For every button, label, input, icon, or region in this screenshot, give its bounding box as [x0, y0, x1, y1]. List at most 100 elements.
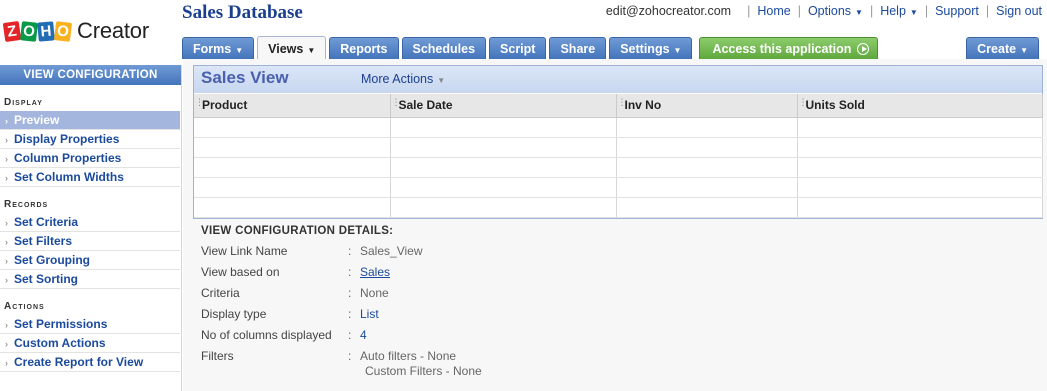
- detail-row: View based on : Sales: [201, 265, 801, 286]
- tab-schedules[interactable]: Schedules: [401, 37, 487, 59]
- chevron-right-icon: ›: [5, 339, 8, 349]
- view-configuration-sidebar: View Configuration Display › Preview › Dis…: [0, 65, 182, 391]
- chevron-right-icon: ›: [5, 256, 8, 266]
- separator: |: [985, 4, 990, 18]
- detail-row: Criteria : None: [201, 286, 801, 307]
- sidebar-item-label: Set Criteria: [14, 215, 79, 229]
- options-label: Options: [807, 4, 852, 18]
- sidebar-item-preview[interactable]: › Preview: [0, 111, 180, 130]
- sidebar-item-set-filters[interactable]: › Set Filters: [0, 232, 180, 251]
- view-title: Sales View: [201, 68, 289, 87]
- tab-label: Settings: [620, 42, 670, 56]
- table-row: [194, 137, 1043, 158]
- detail-label: Filters: [201, 349, 234, 363]
- detail-row: No of columns displayed : 4: [201, 328, 801, 349]
- sidebar-item-label: Set Column Widths: [14, 170, 124, 184]
- detail-colon: :: [348, 265, 352, 279]
- custom-filters-value: Custom Filters - None: [365, 364, 482, 378]
- help-menu[interactable]: Help ▼: [880, 4, 918, 18]
- column-header-units-sold[interactable]: Units Sold: [797, 94, 1043, 118]
- tab-reports[interactable]: Reports: [329, 37, 399, 59]
- tab-label: Schedules: [412, 42, 476, 56]
- chevron-right-icon: ›: [5, 275, 8, 285]
- detail-colon: :: [348, 244, 352, 258]
- chevron-right-icon: ›: [5, 135, 8, 145]
- table-row: [194, 177, 1043, 198]
- table-cell: [616, 157, 798, 178]
- sidebar-item-custom-actions[interactable]: › Custom Actions: [0, 334, 180, 353]
- tab-views[interactable]: Views ▼: [257, 36, 327, 60]
- sidebar-item-label: Set Permissions: [14, 317, 108, 331]
- sign-out-link[interactable]: Sign out: [996, 4, 1042, 18]
- table-cell: [797, 137, 1043, 158]
- sidebar-item-set-permissions[interactable]: › Set Permissions: [0, 315, 180, 334]
- zoho-letters: Z O H O: [2, 20, 73, 42]
- logo-letter: O: [53, 20, 73, 42]
- logo-letter: Z: [2, 20, 22, 42]
- chevron-down-icon: ▼: [673, 46, 682, 55]
- tab-label: Share: [560, 42, 596, 56]
- tab-label: Script: [500, 42, 536, 56]
- separator: |: [869, 4, 874, 18]
- column-header-product[interactable]: Product: [194, 94, 391, 118]
- tab-settings[interactable]: Settings ▼: [609, 37, 693, 59]
- zoho-creator-logo[interactable]: Z O H O Creator: [2, 16, 149, 46]
- sidebar-item-display-properties[interactable]: › Display Properties: [0, 130, 180, 149]
- detail-label: Criteria: [201, 286, 240, 300]
- sidebar-item-label: Display Properties: [14, 132, 120, 146]
- sidebar-item-set-column-widths[interactable]: › Set Column Widths: [0, 168, 180, 187]
- sidebar-section-records: Records: [4, 199, 49, 210]
- sidebar-item-label: Set Sorting: [14, 272, 79, 286]
- table-cell: [390, 177, 617, 198]
- table-row: [194, 117, 1043, 138]
- sidebar-item-set-grouping[interactable]: › Set Grouping: [0, 251, 180, 270]
- table-cell: [390, 157, 617, 178]
- table-cell: [390, 197, 617, 218]
- sidebar-title: View Configuration: [0, 65, 181, 85]
- detail-colon: :: [348, 328, 352, 342]
- chevron-right-icon: ›: [5, 237, 8, 247]
- tab-forms[interactable]: Forms ▼: [182, 37, 255, 59]
- access-application-button[interactable]: Access this application: [699, 37, 879, 59]
- view-panel-header: Sales View More Actions ▼: [194, 66, 1042, 93]
- tab-share[interactable]: Share: [549, 37, 607, 59]
- sidebar-item-column-properties[interactable]: › Column Properties: [0, 149, 180, 168]
- chevron-right-icon: ›: [5, 173, 8, 183]
- sidebar-item-create-report-for-view[interactable]: › Create Report for View: [0, 353, 180, 372]
- chevron-right-icon: ›: [5, 116, 8, 126]
- application-title[interactable]: Sales Database: [182, 2, 303, 24]
- chevron-right-icon: ›: [5, 218, 8, 228]
- column-header-sale-date[interactable]: Sale Date: [390, 94, 617, 118]
- detail-value-group: Auto filters - None Custom Filters - Non…: [360, 349, 482, 379]
- sidebar-item-label: Set Grouping: [14, 253, 90, 267]
- sidebar-item-label: Custom Actions: [14, 336, 106, 350]
- more-actions-menu[interactable]: More Actions ▼: [361, 72, 445, 86]
- based-on-form-link[interactable]: Sales: [360, 265, 390, 286]
- options-menu[interactable]: Options ▼: [808, 4, 863, 18]
- create-button[interactable]: Create ▼: [966, 37, 1039, 59]
- support-link[interactable]: Support: [935, 4, 979, 18]
- sidebar-item-set-criteria[interactable]: › Set Criteria: [0, 213, 180, 232]
- tab-label: Reports: [340, 42, 388, 56]
- chevron-right-icon: ›: [5, 358, 8, 368]
- help-label: Help: [880, 4, 906, 18]
- auto-filters-value: Auto filters - None: [360, 349, 457, 363]
- user-email: edit@zohocreator.com: [605, 4, 732, 18]
- table-cell: [194, 197, 391, 218]
- table-cell: [616, 197, 798, 218]
- chevron-down-icon: ▼: [909, 8, 918, 17]
- tab-script[interactable]: Script: [489, 37, 547, 59]
- sidebar-item-label: Create Report for View: [14, 355, 144, 369]
- sidebar-item-label: Set Filters: [14, 234, 73, 248]
- sidebar-item-set-sorting[interactable]: › Set Sorting: [0, 270, 180, 289]
- logo-product-name: Creator: [77, 18, 149, 43]
- details-heading: VIEW CONFIGURATION DETAILS:: [201, 225, 394, 237]
- table-cell: [194, 137, 391, 158]
- access-label: Access this application: [712, 42, 852, 56]
- grid-header-row: Product Sale Date Inv No Units Sold: [194, 94, 1043, 118]
- logo-letter: O: [20, 20, 38, 42]
- column-header-inv-no[interactable]: Inv No: [616, 94, 798, 118]
- home-link[interactable]: Home: [757, 4, 790, 18]
- table-cell: [797, 117, 1043, 138]
- sidebar-item-label: Preview: [14, 113, 60, 127]
